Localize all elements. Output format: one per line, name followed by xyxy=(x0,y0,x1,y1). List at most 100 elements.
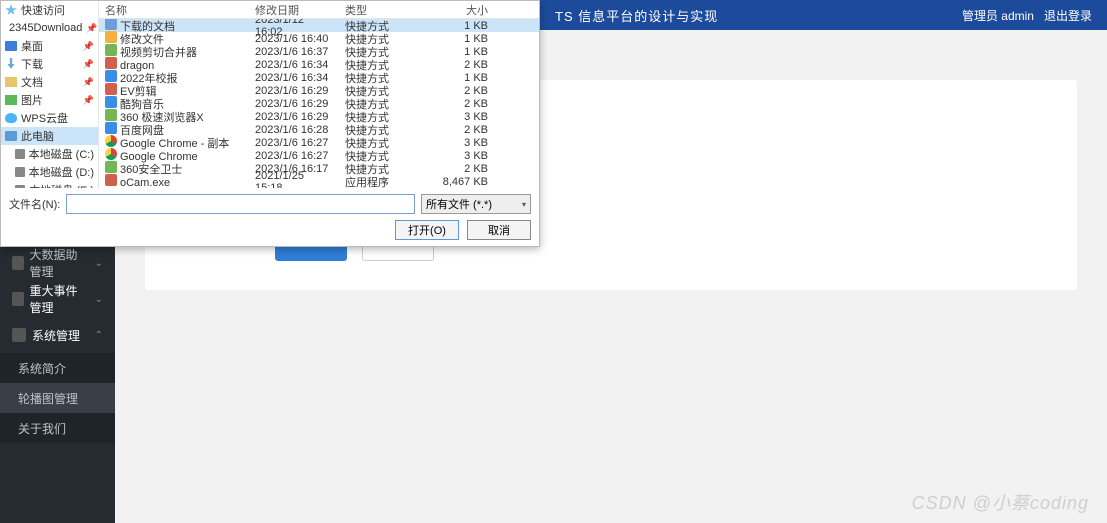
file-size: 2 KB xyxy=(399,85,494,97)
blue-icon xyxy=(105,96,117,108)
file-size: 3 KB xyxy=(399,111,494,123)
file-size: 1 KB xyxy=(399,72,494,84)
tree-item-label: 桌面 xyxy=(21,38,43,54)
file-size: 1 KB xyxy=(399,33,494,45)
file-size: 3 KB xyxy=(399,137,494,149)
tree-item[interactable]: 快速访问 xyxy=(1,1,98,19)
chrome-icon xyxy=(105,148,117,160)
file-list-header: 名称 修改日期 类型 大小 xyxy=(99,1,539,19)
app2-icon xyxy=(105,109,117,121)
col-type[interactable]: 类型 xyxy=(339,2,399,18)
file-size: 2 KB xyxy=(399,124,494,136)
file-size: 1 KB xyxy=(399,20,494,32)
col-size[interactable]: 大小 xyxy=(399,2,494,18)
sidebar-sub-carousel[interactable]: 轮播图管理 xyxy=(0,383,115,413)
file-date: 2023/1/6 16:37 xyxy=(249,46,339,58)
filename-label: 文件名(N): xyxy=(9,196,60,212)
blue-icon xyxy=(105,122,117,134)
file-size: 2 KB xyxy=(399,163,494,175)
desktop-icon xyxy=(5,41,17,51)
sidebar-sub-about[interactable]: 关于我们 xyxy=(0,413,115,443)
pin-icon: 📌 xyxy=(83,95,94,106)
logout-link[interactable]: 退出登录 xyxy=(1044,7,1092,24)
dialog-buttons: 打开(O) 取消 xyxy=(9,220,531,240)
admin-label: 管理员 admin xyxy=(962,7,1034,24)
sidebar-truncated[interactable]: 大数据助管理 ⌄ xyxy=(0,245,115,281)
tree-item[interactable]: 2345Download 📌 xyxy=(1,19,98,37)
cancel-button[interactable]: 取消 xyxy=(467,220,531,240)
tree-item[interactable]: 下载 📌 xyxy=(1,55,98,73)
sidebar-item-label: 重大事件管理 xyxy=(30,282,89,316)
filename-input[interactable] xyxy=(66,194,415,214)
sidebar-item-label: 轮播图管理 xyxy=(18,390,78,407)
file-open-dialog: 快速访问2345Download📌桌面📌下载📌文档📌图片📌WPS云盘此电脑本地磁… xyxy=(0,0,540,247)
shortcut-icon xyxy=(105,19,117,30)
tree-item[interactable]: 本地磁盘 (C:) xyxy=(1,145,98,163)
app-icon xyxy=(105,174,117,186)
star-icon xyxy=(5,4,17,16)
sidebar-item-label: 大数据助管理 xyxy=(30,246,89,280)
filetype-filter[interactable]: 所有文件 (*.*) ▾ xyxy=(421,194,531,214)
chrome-icon xyxy=(105,135,117,147)
header-right: 管理员 admin 退出登录 xyxy=(962,7,1092,24)
cloud-icon xyxy=(5,113,17,123)
file-size: 2 KB xyxy=(399,59,494,71)
pic-icon xyxy=(5,95,17,105)
dialog-bottom: 文件名(N): 所有文件 (*.*) ▾ 打开(O) 取消 xyxy=(1,188,539,246)
pin-icon: 📌 xyxy=(83,59,94,70)
file-name-cell: oCam.exe xyxy=(99,174,249,188)
blue-icon xyxy=(105,70,117,82)
tree-item-label: 本地磁盘 (C:) xyxy=(29,146,94,162)
disk-icon xyxy=(15,149,25,159)
download-icon xyxy=(5,58,17,70)
pin-icon: 📌 xyxy=(83,41,94,52)
tree-item[interactable]: WPS云盘 xyxy=(1,109,98,127)
sidebar-item-system[interactable]: 系统管理 ⌃ xyxy=(0,317,115,353)
file-size: 1 KB xyxy=(399,46,494,58)
menu-icon xyxy=(12,292,24,306)
chevron-down-icon: ▾ xyxy=(522,200,526,209)
tree-item-label: 此电脑 xyxy=(21,128,54,144)
folder-tree: 快速访问2345Download📌桌面📌下载📌文档📌图片📌WPS云盘此电脑本地磁… xyxy=(1,1,99,188)
file-date: 2023/1/6 16:29 xyxy=(249,111,339,123)
chevron-down-icon: ⌄ xyxy=(95,258,103,269)
pc-icon xyxy=(5,131,17,141)
sidebar-sub-intro[interactable]: 系统简介 xyxy=(0,353,115,383)
file-size: 3 KB xyxy=(399,150,494,162)
tree-item[interactable]: 本地磁盘 (D:) xyxy=(1,163,98,181)
app3-icon xyxy=(105,31,117,43)
doc-icon xyxy=(5,77,17,87)
file-date: 2023/1/6 16:28 xyxy=(249,124,339,136)
tree-item[interactable]: 桌面 📌 xyxy=(1,37,98,55)
tree-item[interactable]: 本地磁盘 (E:) xyxy=(1,181,98,188)
sidebar-item-label: 系统简介 xyxy=(18,360,66,377)
col-date[interactable]: 修改日期 xyxy=(249,2,339,18)
pin-icon: 📌 xyxy=(86,23,97,34)
col-name[interactable]: 名称 xyxy=(99,2,249,18)
tree-item[interactable]: 图片 📌 xyxy=(1,91,98,109)
file-date: 2023/1/6 16:34 xyxy=(249,72,339,84)
tree-item[interactable]: 文档📌 xyxy=(1,73,98,91)
file-date: 2023/1/6 16:40 xyxy=(249,33,339,45)
sidebar-item-events[interactable]: 重大事件管理 ⌄ xyxy=(0,281,115,317)
filter-label: 所有文件 (*.*) xyxy=(426,196,492,212)
tree-item-label: 下载 xyxy=(21,56,43,72)
chevron-down-icon: ⌄ xyxy=(95,294,103,305)
sidebar-item-label: 关于我们 xyxy=(18,420,66,437)
menu-icon xyxy=(12,256,24,270)
file-list-rows: 下载的文档2023/1/12 16:02快捷方式1 KB修改文件2023/1/6… xyxy=(99,19,539,188)
tree-item-label: 图片 xyxy=(21,92,43,108)
tree-item[interactable]: 此电脑 xyxy=(1,127,98,145)
open-button[interactable]: 打开(O) xyxy=(395,220,459,240)
file-size: 8,467 KB xyxy=(399,176,494,188)
sidebar-item-label: 系统管理 xyxy=(32,327,80,344)
tree-item-label: 2345Download xyxy=(9,22,82,34)
disk-icon xyxy=(15,167,25,177)
pin-icon: 📌 xyxy=(83,77,94,88)
file-list: 名称 修改日期 类型 大小 下载的文档2023/1/12 16:02快捷方式1 … xyxy=(99,1,539,188)
file-size: 2 KB xyxy=(399,98,494,110)
app2-icon xyxy=(105,161,117,173)
menu-icon xyxy=(12,328,26,342)
app-icon xyxy=(105,83,117,95)
tree-item-label: WPS云盘 xyxy=(21,110,68,126)
